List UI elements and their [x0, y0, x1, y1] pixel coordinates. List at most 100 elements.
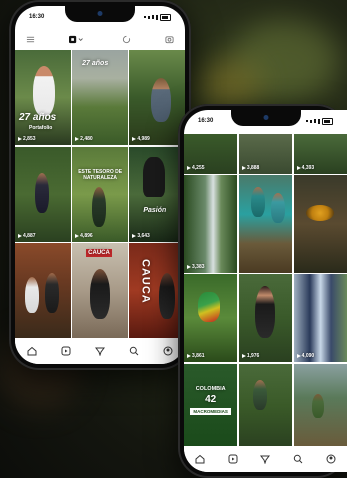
play-icon: [75, 137, 80, 141]
video-tile[interactable]: 27 años Portafolio 2,853: [15, 50, 71, 145]
video-tile[interactable]: 3,383: [184, 175, 238, 273]
play-icon: [132, 233, 137, 238]
profile-icon[interactable]: [325, 454, 336, 465]
video-tile[interactable]: 4,393: [293, 134, 347, 174]
video-tile[interactable]: Pasión 3,643: [129, 146, 185, 242]
tile-subtitle: Portafolio: [29, 125, 53, 131]
notch: [65, 6, 135, 22]
phone-left: 16:30 27 años Portafolio 2,853 27 años 2…: [9, 0, 191, 370]
person-figure: [33, 66, 55, 116]
person-figure: [45, 273, 59, 313]
play-icon: [18, 137, 22, 141]
play-icon: [187, 165, 191, 170]
video-tile[interactable]: [293, 363, 347, 448]
play-icon: [241, 165, 246, 170]
search-icon[interactable]: [293, 454, 304, 465]
person-figure: [270, 193, 285, 224]
person-figure: [35, 172, 49, 213]
person-figure: [25, 277, 39, 313]
explore-icon[interactable]: [260, 454, 271, 465]
play-icon: [296, 354, 301, 359]
person-figure: [151, 78, 172, 122]
profile-icon[interactable]: [163, 346, 174, 357]
tile-title: CAUCA: [86, 249, 112, 257]
phone-right-screen: 16:30 4,255 3,888 4,393 3,383 3,861 1,97…: [184, 110, 347, 472]
tile-title: 27 años: [82, 60, 109, 67]
menu-icon[interactable]: [25, 34, 35, 44]
video-grid: 4,255 3,888 4,393 3,383 3,861 1,976 4,09…: [184, 134, 347, 448]
video-tile[interactable]: [293, 175, 347, 273]
home-icon[interactable]: [195, 454, 206, 465]
play-icon: [187, 354, 191, 359]
background-bokeh: [200, 60, 260, 110]
view-count: 4,090: [296, 353, 314, 359]
battery-icon: [160, 13, 171, 21]
video-tile[interactable]: 3,861: [184, 274, 238, 363]
video-tile[interactable]: COLOMBIA 42 MACROMEDIAS: [184, 363, 238, 448]
view-count: 4,989: [132, 136, 150, 142]
parrot-figure: [198, 292, 220, 323]
person-figure: [252, 379, 267, 410]
play-icon: [132, 137, 137, 141]
view-count: 2,853: [18, 136, 36, 142]
colombia-subtitle: MACROMEDIAS: [190, 407, 232, 415]
bottom-nav: [15, 338, 185, 364]
tile-title: 27 años: [19, 112, 57, 123]
home-icon[interactable]: [27, 346, 38, 357]
view-count: 3,888: [241, 165, 259, 171]
grid-tab-icon[interactable]: [68, 34, 88, 44]
top-toolbar: [15, 30, 185, 48]
video-tile[interactable]: CAUCA: [129, 243, 185, 338]
phone-left-screen: 16:30 27 años Portafolio 2,853 27 años 2…: [15, 6, 185, 364]
frog-figure: [305, 205, 334, 222]
video-tile[interactable]: 1,976: [238, 274, 293, 363]
status-time: 16:30: [29, 14, 45, 20]
tile-title: CAUCA: [139, 259, 152, 304]
video-tile[interactable]: 3,888: [238, 134, 293, 174]
view-count: 4,896: [75, 233, 93, 239]
video-tile[interactable]: 4,255: [184, 134, 238, 174]
colombia-title: COLOMBIA: [195, 385, 226, 392]
video-tile[interactable]: ESTE TESORO DE NATURALEZA 4,896: [72, 146, 128, 242]
video-tile[interactable]: 4,090: [293, 274, 347, 363]
person-figure: [159, 273, 176, 319]
person-figure: [143, 156, 166, 197]
tile-title: Pasión: [143, 206, 167, 214]
video-tile[interactable]: CAUCA: [72, 243, 128, 338]
video-tile[interactable]: 27 años 2,480: [72, 50, 128, 145]
video-tile[interactable]: 4,989: [129, 50, 185, 145]
status-icons: [306, 117, 333, 125]
person-figure: [250, 187, 265, 218]
refresh-icon[interactable]: [122, 34, 132, 44]
person-figure: [92, 186, 107, 227]
video-tile[interactable]: [15, 243, 71, 338]
person-figure: [90, 269, 111, 319]
reels-icon[interactable]: [61, 346, 72, 357]
view-count: 4,887: [18, 233, 36, 239]
view-count: 2,480: [75, 136, 93, 142]
view-count: 3,383: [187, 264, 205, 270]
status-icons: [144, 13, 171, 21]
explore-icon[interactable]: [95, 346, 106, 357]
play-icon: [75, 233, 80, 238]
camera-icon[interactable]: [165, 34, 175, 44]
battery-icon: [322, 117, 333, 125]
video-tile[interactable]: [238, 363, 293, 448]
video-tile[interactable]: 4,887: [15, 146, 71, 242]
view-count: 4,393: [296, 165, 314, 171]
play-icon: [296, 165, 301, 170]
play-icon: [187, 264, 191, 269]
phone-right: 16:30 4,255 3,888 4,393 3,383 3,861 1,97…: [178, 104, 347, 478]
notch: [230, 110, 301, 126]
play-icon: [241, 354, 246, 359]
play-icon: [18, 233, 22, 238]
video-tile[interactable]: [238, 175, 293, 273]
search-icon[interactable]: [129, 346, 140, 357]
bottom-nav: [184, 446, 347, 472]
colombia-number: 42: [205, 393, 217, 405]
status-time: 16:30: [198, 118, 214, 124]
view-count: 4,255: [187, 165, 205, 171]
reels-icon[interactable]: [227, 454, 238, 465]
view-count: 1,976: [241, 353, 259, 359]
person-figure: [311, 393, 324, 418]
